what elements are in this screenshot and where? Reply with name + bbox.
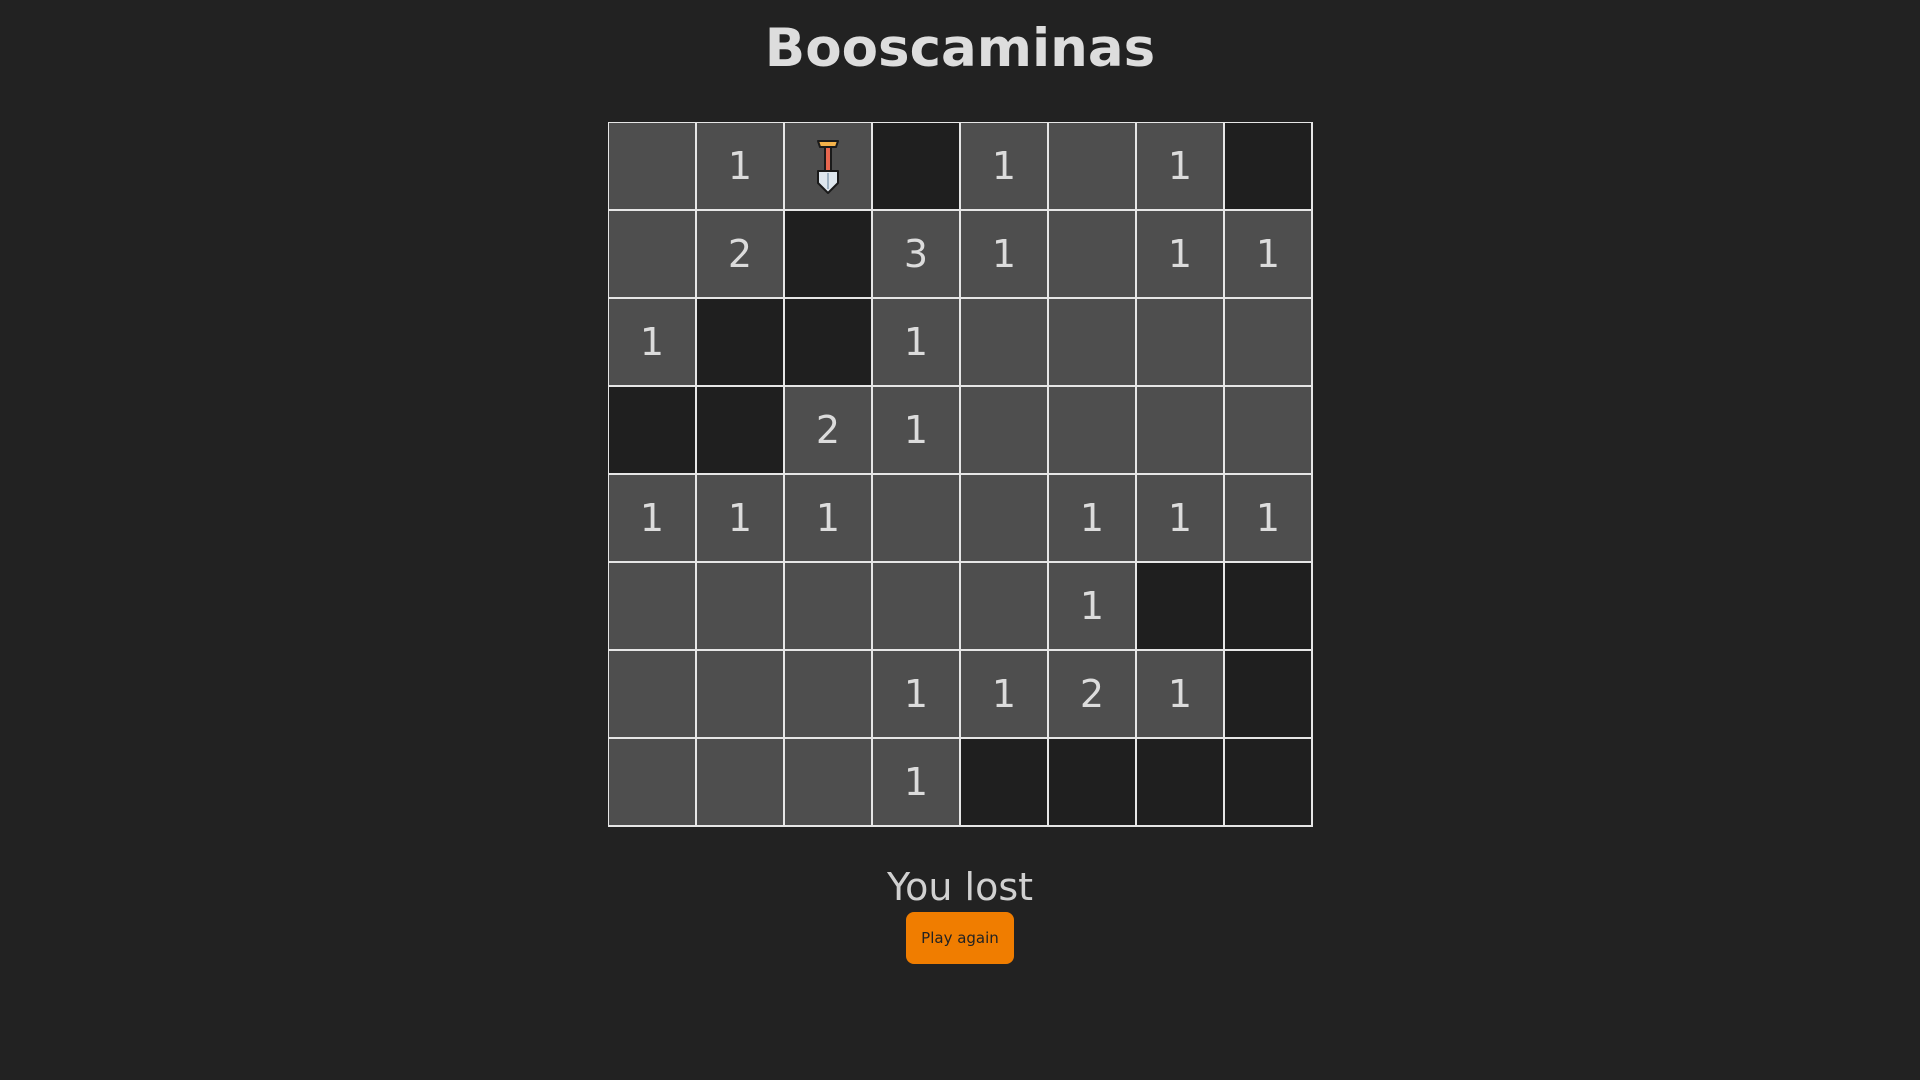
revealed-cell[interactable] [1049, 211, 1137, 299]
revealed-cell[interactable] [1225, 299, 1313, 387]
cell-number: 1 [991, 144, 1017, 188]
revealed-cell[interactable] [697, 739, 785, 827]
revealed-cell[interactable] [1049, 299, 1137, 387]
revealed-cell[interactable]: 1 [961, 211, 1049, 299]
hidden-cell[interactable] [697, 387, 785, 475]
revealed-cell[interactable]: 1 [1137, 475, 1225, 563]
hidden-cell[interactable] [961, 739, 1049, 827]
hidden-cell[interactable] [697, 299, 785, 387]
cell-number: 3 [903, 232, 929, 276]
cell-number: 1 [1255, 232, 1281, 276]
cell-number: 1 [903, 408, 929, 452]
game-page: Booscaminas 1 1 1 2 3 1 1 1 1 1 2 1 1 1 1 1 1 1 1 1 1 2 1 1 You… [0, 0, 1920, 1080]
revealed-cell[interactable]: 1 [609, 475, 697, 563]
revealed-cell[interactable]: 1 [1049, 563, 1137, 651]
revealed-cell[interactable]: 1 [961, 651, 1049, 739]
revealed-cell[interactable] [609, 563, 697, 651]
revealed-cell[interactable]: 1 [609, 299, 697, 387]
revealed-cell[interactable] [1137, 387, 1225, 475]
revealed-cell[interactable]: 1 [873, 387, 961, 475]
minefield-board: 1 1 1 2 3 1 1 1 1 1 2 1 1 1 1 1 1 1 1 1 1 2 1 1 [608, 122, 1313, 827]
cell-number: 1 [903, 320, 929, 364]
cell-number: 1 [991, 672, 1017, 716]
revealed-cell[interactable]: 1 [1225, 211, 1313, 299]
cell-number: 1 [903, 672, 929, 716]
revealed-cell[interactable]: 1 [873, 299, 961, 387]
revealed-cell[interactable]: 1 [961, 123, 1049, 211]
shovel-icon [814, 137, 842, 195]
cell-number: 1 [1167, 144, 1193, 188]
hidden-cell[interactable] [1137, 739, 1225, 827]
revealed-cell[interactable]: 2 [1049, 651, 1137, 739]
revealed-cell[interactable] [1225, 387, 1313, 475]
revealed-cell[interactable] [961, 563, 1049, 651]
revealed-cell[interactable]: 1 [1137, 123, 1225, 211]
hidden-cell[interactable] [609, 387, 697, 475]
cell-number: 1 [1255, 496, 1281, 540]
revealed-cell[interactable] [609, 739, 697, 827]
play-again-button[interactable]: Play again [906, 912, 1014, 964]
revealed-cell[interactable]: 1 [697, 123, 785, 211]
cell-number: 1 [1167, 672, 1193, 716]
revealed-cell[interactable] [609, 651, 697, 739]
cell-number: 1 [1079, 584, 1105, 628]
revealed-cell[interactable] [961, 475, 1049, 563]
revealed-cell[interactable] [873, 475, 961, 563]
hidden-cell[interactable] [1225, 123, 1313, 211]
revealed-cell[interactable]: 1 [1137, 651, 1225, 739]
hidden-cell[interactable] [1225, 651, 1313, 739]
hidden-cell[interactable] [785, 211, 873, 299]
revealed-cell[interactable] [697, 563, 785, 651]
cell-number: 1 [991, 232, 1017, 276]
revealed-cell[interactable]: 2 [785, 387, 873, 475]
game-title: Booscaminas [764, 18, 1156, 79]
revealed-cell[interactable]: 3 [873, 211, 961, 299]
revealed-cell[interactable] [1137, 299, 1225, 387]
revealed-cell[interactable] [785, 739, 873, 827]
cell-number: 2 [815, 408, 841, 452]
cell-number: 1 [1079, 496, 1105, 540]
cell-number: 1 [1167, 496, 1193, 540]
cell-number: 1 [639, 496, 665, 540]
revealed-cell[interactable] [785, 651, 873, 739]
revealed-cell[interactable] [785, 123, 873, 211]
cell-number: 1 [727, 144, 753, 188]
game-status-text: You lost [886, 865, 1034, 909]
cell-number: 2 [727, 232, 753, 276]
revealed-cell[interactable]: 1 [1049, 475, 1137, 563]
hidden-cell[interactable] [873, 123, 961, 211]
revealed-cell[interactable] [609, 123, 697, 211]
cell-number: 2 [1079, 672, 1105, 716]
hidden-cell[interactable] [1049, 739, 1137, 827]
cell-number: 1 [727, 496, 753, 540]
hidden-cell[interactable] [1137, 563, 1225, 651]
hidden-cell[interactable] [785, 299, 873, 387]
revealed-cell[interactable] [609, 211, 697, 299]
revealed-cell[interactable]: 1 [697, 475, 785, 563]
cell-number: 1 [815, 496, 841, 540]
revealed-cell[interactable] [785, 563, 873, 651]
hidden-cell[interactable] [1225, 739, 1313, 827]
revealed-cell[interactable]: 1 [873, 739, 961, 827]
cell-number: 1 [903, 760, 929, 804]
revealed-cell[interactable]: 1 [873, 651, 961, 739]
revealed-cell[interactable] [1049, 387, 1137, 475]
cell-number: 1 [639, 320, 665, 364]
hidden-cell[interactable] [1225, 563, 1313, 651]
cell-number: 1 [1167, 232, 1193, 276]
revealed-cell[interactable] [1049, 123, 1137, 211]
revealed-cell[interactable] [961, 387, 1049, 475]
revealed-cell[interactable]: 1 [1225, 475, 1313, 563]
revealed-cell[interactable]: 2 [697, 211, 785, 299]
revealed-cell[interactable] [697, 651, 785, 739]
revealed-cell[interactable] [873, 563, 961, 651]
revealed-cell[interactable]: 1 [1137, 211, 1225, 299]
revealed-cell[interactable]: 1 [785, 475, 873, 563]
revealed-cell[interactable] [961, 299, 1049, 387]
